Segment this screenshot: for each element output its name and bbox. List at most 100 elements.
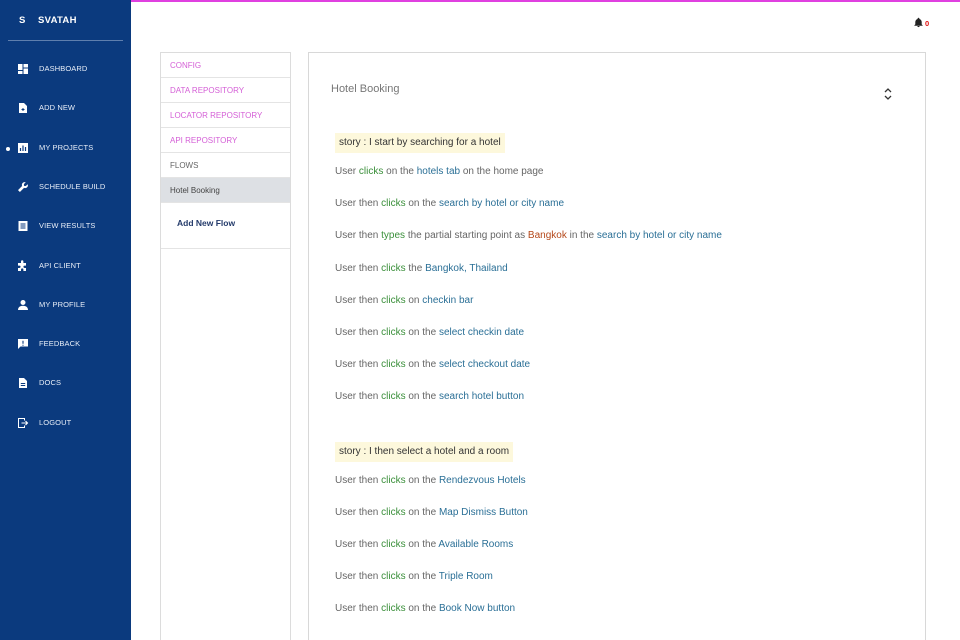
step-text: the partial starting point as <box>405 230 528 242</box>
flow-panel: Hotel Booking story : I start by searchi… <box>308 52 926 640</box>
collapse-toggle-button[interactable] <box>883 86 897 104</box>
step-action: clicks <box>381 294 406 306</box>
flow-title: Hotel Booking <box>331 83 400 95</box>
menu-item-flows: FLOWS <box>161 153 290 178</box>
step-text: User then <box>335 506 382 518</box>
notification-count: 0 <box>925 19 930 28</box>
user-icon <box>17 299 29 311</box>
sidebar-item-my-projects[interactable]: MY PROJECTS <box>0 137 131 161</box>
active-indicator <box>6 146 10 151</box>
sidebar-item-add-new[interactable]: ADD NEW <box>0 97 131 121</box>
step-action: clicks <box>381 603 406 615</box>
sidebar-item-label: DOCS <box>39 378 62 388</box>
sidebar-item-label: MY PROFILE <box>39 299 86 309</box>
step-text: the <box>405 262 426 274</box>
flow-step: User then clicks on the Map Dismiss Butt… <box>335 507 528 518</box>
step-text: User then <box>335 539 382 550</box>
sidebar-item-feedback[interactable]: FEEDBACK <box>0 333 131 357</box>
step-action: clicks <box>358 166 384 177</box>
step-text: on the <box>405 198 439 210</box>
sidebar-item-docs[interactable]: DOCS <box>0 372 131 396</box>
step-text: on the <box>405 391 439 403</box>
flow-step: User then clicks on checkin bar <box>335 295 473 306</box>
step-action: clicks <box>381 571 406 583</box>
sidebar-item-label: ADD NEW <box>39 103 76 113</box>
logout-icon <box>17 417 29 429</box>
sidebar-item-schedule-build[interactable]: SCHEDULE BUILD <box>0 176 131 200</box>
step-text: on the <box>405 539 439 550</box>
brand-initial: S <box>19 15 26 26</box>
flow-step: User then clicks on the search hotel but… <box>335 391 524 402</box>
step-text: User then <box>335 474 382 486</box>
file-add-icon <box>17 102 29 114</box>
add-flow-row: Add New Flow <box>161 203 290 249</box>
story-heading: story : I then select a hotel and a room <box>335 441 514 462</box>
puzzle-icon <box>17 259 29 272</box>
sidebar-item-api-client[interactable]: API CLIENT <box>0 255 131 279</box>
step-text: User then <box>335 327 382 338</box>
step-text: User <box>335 166 359 177</box>
sidebar-item-label: VIEW RESULTS <box>39 221 96 231</box>
wrench-icon <box>17 181 29 193</box>
step-text: User then <box>335 359 382 371</box>
sidebar: S SVATAH DASHBOARD ADD NEW MY PROJECTS SCHE… <box>0 0 131 640</box>
flow-step: User then clicks on the Book Now button <box>335 603 515 614</box>
project-menu-panel: CONFIG DATA REPOSITORY LOCATOR REPOSITORY A… <box>160 52 291 640</box>
brand[interactable]: S SVATAH <box>0 12 131 32</box>
step-target: search by hotel or city name <box>596 230 722 242</box>
step-text: on the <box>405 474 439 486</box>
step-text: on <box>405 294 423 306</box>
sidebar-item-view-results[interactable]: VIEW RESULTS <box>0 215 131 239</box>
step-target: Bangkok, Thailand <box>425 262 508 274</box>
step-target: hotels tab <box>416 166 461 177</box>
menu-item-locator-repository[interactable]: LOCATOR REPOSITORY <box>161 103 290 128</box>
step-action: clicks <box>381 327 406 338</box>
step-text: on the <box>405 571 439 583</box>
step-action: clicks <box>381 539 406 550</box>
menu-item-hotel-booking[interactable]: Hotel Booking <box>161 178 290 203</box>
list-icon <box>17 220 29 232</box>
step-text: on the <box>405 603 439 615</box>
add-new-flow-button[interactable]: Add New Flow <box>177 218 235 228</box>
step-text: in the <box>566 230 597 242</box>
sidebar-item-label: LOGOUT <box>39 417 72 427</box>
menu-item-api-repository[interactable]: API REPOSITORY <box>161 128 290 153</box>
step-target: Map Dismiss Button <box>438 506 528 518</box>
sidebar-item-dashboard[interactable]: DASHBOARD <box>0 58 131 82</box>
step-target: select checkout date <box>438 359 531 371</box>
step-target: search by hotel or city name <box>438 198 565 210</box>
step-text: User then <box>335 603 382 615</box>
story-heading: story : I start by searching for a hotel <box>335 133 505 153</box>
menu-item-data-repository[interactable]: DATA REPOSITORY <box>161 78 290 103</box>
feedback-icon <box>17 338 29 350</box>
flow-step: User then clicks on the Rendezvous Hotel… <box>335 475 526 486</box>
step-action: clicks <box>381 262 406 274</box>
sidebar-item-logout[interactable]: LOGOUT <box>0 412 131 436</box>
sidebar-item-label: FEEDBACK <box>39 339 81 349</box>
step-text: on the <box>405 506 439 518</box>
sidebar-item-label: SCHEDULE BUILD <box>39 181 106 191</box>
step-action: clicks <box>381 506 406 518</box>
step-text: on the <box>405 327 439 338</box>
brand-name: SVATAH <box>38 15 77 26</box>
flow-step: User then clicks on the select checkin d… <box>335 327 524 338</box>
step-target: Available Rooms <box>438 539 514 550</box>
chart-icon <box>17 142 29 154</box>
notifications-button[interactable] <box>913 17 925 31</box>
step-target: search hotel button <box>438 391 525 403</box>
flow-step: User clicks on the hotels tab on the hom… <box>335 166 544 177</box>
step-text: User then <box>335 230 382 242</box>
step-text: on the <box>405 359 439 371</box>
menu-item-config[interactable]: CONFIG <box>161 53 290 78</box>
step-target: checkin bar <box>422 294 474 306</box>
flow-step: User then clicks on the search by hotel … <box>335 198 564 209</box>
dashboard-icon <box>17 63 29 75</box>
step-target: select checkin date <box>438 327 525 338</box>
step-action: clicks <box>381 359 406 371</box>
sidebar-item-label: API CLIENT <box>39 260 81 270</box>
step-action: clicks <box>381 391 406 403</box>
sidebar-item-my-profile[interactable]: MY PROFILE <box>0 294 131 318</box>
flow-step: User then clicks on the Available Rooms <box>335 539 513 550</box>
flow-step: User then clicks on the Triple Room <box>335 571 493 582</box>
step-target: Rendezvous Hotels <box>438 474 526 486</box>
